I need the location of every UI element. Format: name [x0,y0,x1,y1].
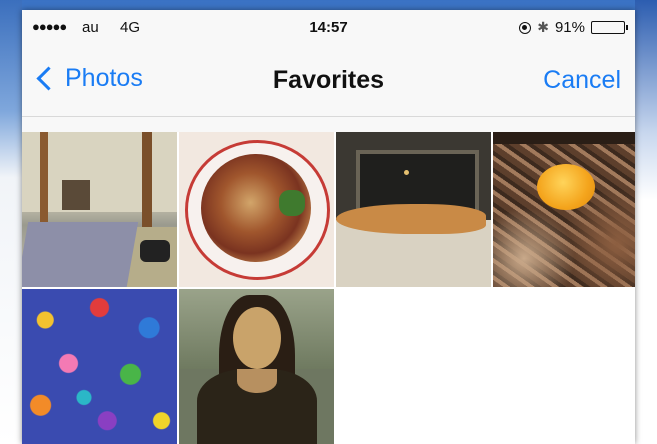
photo-thumbnail-colorful-flowers[interactable] [22,289,177,444]
photo-thumbnail-room-with-futon[interactable] [22,132,177,287]
photo-grid [22,132,635,444]
battery-percent: 91% [554,19,585,36]
photo-thumbnail-beef-bowl-with-egg[interactable] [493,132,635,287]
background-right [635,0,657,444]
orientation-lock-icon [519,21,532,34]
battery-icon [591,21,628,34]
photo-thumbnail-noodle-bowl[interactable] [179,132,334,287]
phone-screen: ●●●●● au 4G 14:57 ✱ 91% Photos Favorites… [22,10,635,444]
bluetooth-icon: ✱ [537,19,549,35]
photo-thumbnail-cat-on-windowsill[interactable] [336,132,491,287]
cancel-button[interactable]: Cancel [543,66,621,95]
photo-thumbnail-mona-lisa[interactable] [179,289,334,444]
status-right: ✱ 91% [519,19,628,36]
navigation-bar: Photos Favorites Cancel [22,46,635,117]
background-left [0,0,22,444]
status-bar: ●●●●● au 4G 14:57 ✱ 91% [22,10,635,46]
